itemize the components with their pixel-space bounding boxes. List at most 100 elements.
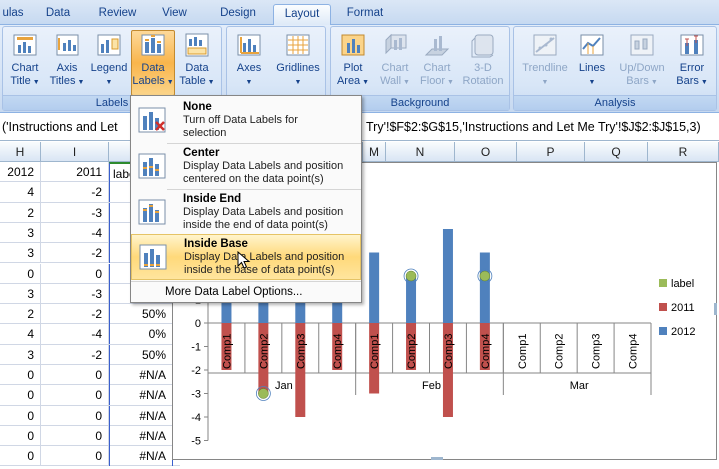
cell-h[interactable]: 0 bbox=[0, 425, 41, 446]
cell-j[interactable]: #N/A bbox=[109, 446, 173, 467]
cell-h[interactable]: 0 bbox=[0, 365, 41, 385]
cell-h[interactable]: 4 bbox=[0, 182, 41, 203]
dropdown-arrow-icon: ▼ bbox=[648, 79, 658, 86]
table-row: 0 0 #N/A bbox=[0, 425, 180, 447]
cell-h[interactable]: 2 bbox=[0, 202, 41, 223]
cell-h[interactable]: 0 bbox=[0, 385, 41, 406]
legend-entry[interactable]: 2011 bbox=[671, 302, 695, 314]
axis-titles-button[interactable]: Axis Titles ▼ bbox=[47, 31, 87, 93]
cell-i[interactable]: -4 bbox=[41, 222, 109, 243]
tab-design[interactable]: Design bbox=[208, 4, 268, 25]
cell-i[interactable]: -3 bbox=[41, 202, 109, 223]
resize-handle-bottom[interactable] bbox=[431, 457, 443, 460]
chart-title-button[interactable]: Chart Title ▼ bbox=[5, 31, 45, 93]
label-point[interactable] bbox=[479, 270, 491, 282]
tab-formulas[interactable]: ulas bbox=[0, 4, 28, 25]
resize-handle-right[interactable] bbox=[714, 303, 717, 315]
up-down-bars-button[interactable]: Up/Down Bars ▼ bbox=[614, 31, 670, 93]
column-header-n[interactable]: N bbox=[386, 142, 455, 162]
cell-i[interactable]: 0 bbox=[41, 365, 109, 385]
cell-h[interactable]: 0 bbox=[0, 446, 41, 467]
lines-button[interactable]: Lines ▼ bbox=[572, 31, 612, 93]
tab-view[interactable]: View bbox=[152, 4, 197, 25]
category-label: Comp1 bbox=[221, 334, 233, 369]
cell-h[interactable]: 3 bbox=[0, 344, 41, 365]
cell-i[interactable]: -2 bbox=[41, 304, 109, 325]
cell-h[interactable]: 3 bbox=[0, 243, 41, 264]
column-header-q[interactable]: Q bbox=[585, 142, 648, 162]
3d-rotation-button[interactable]: 3-D Rotation bbox=[459, 31, 507, 93]
chart-floor-button[interactable]: Chart Floor ▼ bbox=[417, 31, 457, 93]
cell-h[interactable]: 0 bbox=[0, 263, 41, 284]
label-point[interactable] bbox=[405, 270, 417, 282]
cell-h[interactable]: 4 bbox=[0, 324, 41, 345]
cell-h[interactable]: 2 bbox=[0, 304, 41, 325]
menu-item-none[interactable]: None Turn off Data Labels for selection bbox=[131, 98, 361, 143]
label-point[interactable] bbox=[258, 388, 269, 399]
menu-item-none-desc: Turn off Data Labels for selection bbox=[183, 114, 359, 139]
menu-item-inside-end-title: Inside End bbox=[183, 193, 242, 205]
column-header-i[interactable]: I bbox=[41, 142, 109, 162]
bar-2012[interactable] bbox=[442, 229, 453, 323]
menu-item-center[interactable]: Center Display Data Labels and position c… bbox=[131, 144, 361, 189]
bar-2012[interactable] bbox=[369, 252, 380, 324]
cell-i[interactable]: 0 bbox=[41, 446, 109, 467]
cell-h[interactable]: 3 bbox=[0, 283, 41, 304]
column-header-r[interactable]: R bbox=[648, 142, 719, 162]
data-labels-icon bbox=[139, 31, 167, 59]
more-data-label-options[interactable]: More Data Label Options... bbox=[131, 282, 361, 302]
tab-format[interactable]: Format bbox=[335, 4, 395, 25]
tab-data[interactable]: Data bbox=[38, 4, 78, 25]
data-labels-menu: None Turn off Data Labels for selection C… bbox=[130, 95, 362, 303]
legend-label: Legend bbox=[90, 62, 128, 74]
tab-layout[interactable]: Layout bbox=[273, 4, 331, 26]
cell-i[interactable]: -3 bbox=[41, 283, 109, 304]
3d-rotation-label-1: 3-D bbox=[474, 62, 492, 74]
trendline-label: Trendline bbox=[522, 62, 568, 74]
data-table-button[interactable]: Data Table ▼ bbox=[177, 31, 217, 93]
column-header-o[interactable]: O bbox=[455, 142, 517, 162]
cell-h[interactable]: 2012 bbox=[0, 162, 41, 182]
cell-i[interactable]: 2011 bbox=[41, 162, 109, 182]
error-bars-label-1: Error bbox=[679, 62, 705, 74]
category-label: Comp1 bbox=[517, 334, 529, 369]
data-labels-inside-end-icon bbox=[137, 198, 167, 226]
plot-area-button[interactable]: Plot Area ▼ bbox=[333, 31, 373, 93]
cell-i[interactable]: 0 bbox=[41, 385, 109, 406]
y-tick-label: -4 bbox=[191, 412, 201, 424]
column-header-h[interactable]: H bbox=[0, 142, 41, 162]
cell-h[interactable]: 0 bbox=[0, 405, 41, 426]
cell-j[interactable]: #N/A bbox=[109, 405, 173, 426]
tab-review[interactable]: Review bbox=[90, 4, 145, 25]
menu-item-inside-end-desc-2: inside the end of data point(s) bbox=[183, 218, 328, 231]
cell-i[interactable]: 0 bbox=[41, 405, 109, 426]
cell-j[interactable]: 0% bbox=[109, 324, 173, 345]
cell-i[interactable]: -4 bbox=[41, 324, 109, 345]
cell-j[interactable]: #N/A bbox=[109, 365, 173, 385]
legend-entry[interactable]: label bbox=[671, 278, 694, 290]
cell-j[interactable]: #N/A bbox=[109, 385, 173, 406]
cell-h[interactable]: 3 bbox=[0, 222, 41, 243]
chart-floor-label-2: Floor bbox=[420, 75, 446, 87]
menu-item-inside-end[interactable]: Inside End Display Data Labels and posit… bbox=[131, 190, 361, 235]
cell-i[interactable]: -2 bbox=[41, 182, 109, 203]
cell-i[interactable]: -2 bbox=[41, 243, 109, 264]
cell-j[interactable]: 50% bbox=[109, 344, 173, 365]
column-header-p[interactable]: P bbox=[517, 142, 585, 162]
column-header-m[interactable]: M bbox=[362, 142, 386, 162]
chart-wall-button[interactable]: Chart Wall ▼ bbox=[375, 31, 415, 93]
cell-i[interactable]: 0 bbox=[41, 425, 109, 446]
axis-titles-icon bbox=[53, 31, 81, 59]
error-bars-button[interactable]: Error Bars ▼ bbox=[672, 31, 712, 93]
axes-button[interactable]: Axes ▼ bbox=[229, 31, 269, 93]
cell-i[interactable]: -2 bbox=[41, 344, 109, 365]
legend-entry[interactable]: 2012 bbox=[671, 326, 695, 338]
trendline-button[interactable]: Trendline ▼ bbox=[518, 31, 572, 93]
cell-i[interactable]: 0 bbox=[41, 263, 109, 284]
cell-j[interactable]: #N/A bbox=[109, 425, 173, 446]
cell-j[interactable]: 50% bbox=[109, 304, 173, 325]
bar-2012[interactable] bbox=[479, 252, 490, 324]
gridlines-button[interactable]: Gridlines ▼ bbox=[273, 31, 323, 93]
data-labels-button[interactable]: Data Labels ▼ bbox=[131, 30, 175, 96]
legend-button[interactable]: Legend ▼ bbox=[89, 31, 129, 93]
